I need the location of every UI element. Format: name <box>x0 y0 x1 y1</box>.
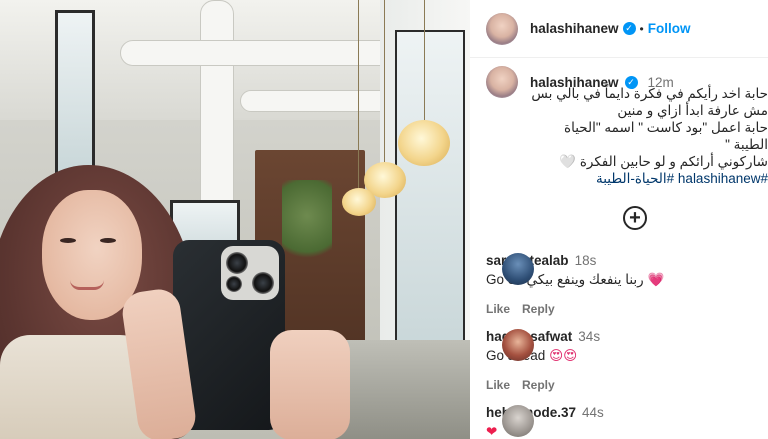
heart-emoji-icon: 💗 <box>647 272 665 287</box>
lamp-cord <box>384 0 385 162</box>
author-username[interactable]: halashihanew <box>530 21 619 36</box>
person-smile <box>70 280 104 290</box>
red-heart-emoji-icon: ❤ <box>486 424 498 439</box>
camera-lens <box>226 276 242 292</box>
photo-plant <box>282 180 332 270</box>
lamp-cord <box>424 0 425 120</box>
reply-comment-button[interactable]: Reply <box>522 302 555 316</box>
caption-line: مش عارفة ابدأ ازاي و منين <box>617 103 768 118</box>
follow-button[interactable]: Follow <box>648 21 691 36</box>
photo-window <box>395 30 465 360</box>
comment-time[interactable]: 34s <box>578 329 600 344</box>
caption-line: حابة اخد رأيكم في فكرة دايماً في بالي بس <box>531 86 768 101</box>
verified-badge-icon: ✓ <box>622 22 636 35</box>
person-eye <box>100 238 116 243</box>
pendant-lamp <box>398 120 450 166</box>
caption: halashihanew ✓ 12m حابة اخد رأيكم في فكر… <box>486 66 768 186</box>
post-header: halashihanew ✓ • Follow <box>470 0 768 58</box>
caption-line: حابة اعمل "بود كاست " اسمه "الحياة <box>564 120 768 135</box>
photo-pipe <box>120 40 420 66</box>
caption-line: شاركوني أرائكم و لو حابين الفكرة 🤍 <box>559 154 768 169</box>
caption-text: حابة اخد رأيكم في فكرة دايماً في بالي بس… <box>498 85 768 187</box>
plus-circle-icon[interactable]: + <box>623 206 647 230</box>
comment-time[interactable]: 44s <box>582 405 604 420</box>
caption-hashtags[interactable]: #halashihanew #الحياة-الطيبة <box>498 170 768 187</box>
comment-actions: Like Reply <box>486 302 756 316</box>
comment-item: hagar_safwat 34s Go ahead 😍😍 Like Reply <box>486 329 756 392</box>
camera-lens <box>226 252 248 274</box>
commenter-avatar[interactable] <box>502 405 534 437</box>
pendant-lamp <box>342 188 376 216</box>
comment-item: heba.mode.37 44s ❤ <box>486 405 756 439</box>
commenter-avatar[interactable] <box>502 329 534 361</box>
reply-comment-button[interactable]: Reply <box>522 378 555 392</box>
comment-item: sarah_tealab 18s Go on ربنا ينفعك وينفع … <box>486 253 756 316</box>
post-panel: halashihanew ✓ • Follow halashihanew ✓ 1… <box>470 0 768 439</box>
post-photo[interactable] <box>0 0 470 439</box>
camera-lens <box>252 272 274 294</box>
commenter-avatar[interactable] <box>502 253 534 285</box>
photo-window <box>55 10 95 180</box>
heart-eyes-emoji-icon: 😍😍 <box>549 348 578 363</box>
like-comment-button[interactable]: Like <box>486 378 510 392</box>
like-comment-button[interactable]: Like <box>486 302 510 316</box>
comment-time[interactable]: 18s <box>575 253 597 268</box>
lamp-cord <box>358 0 359 188</box>
caption-line: الطيبة " <box>725 137 768 152</box>
comment-actions: Like Reply <box>486 378 756 392</box>
person-eye <box>60 238 76 243</box>
hand <box>270 330 350 439</box>
separator-dot: • <box>639 21 644 36</box>
author-avatar[interactable] <box>486 12 518 45</box>
